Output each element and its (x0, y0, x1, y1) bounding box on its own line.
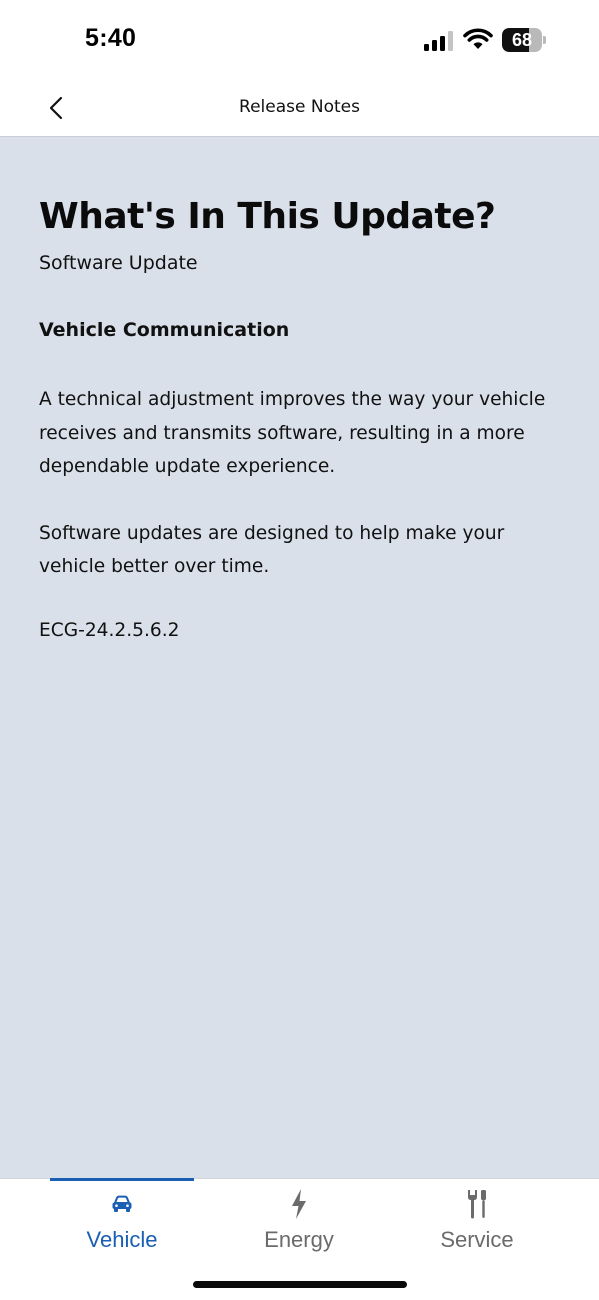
status-bar: 5:40 68 (0, 0, 599, 80)
tab-energy[interactable]: Energy (210, 1179, 388, 1263)
nav-header: Release Notes (0, 80, 599, 137)
car-icon (33, 1189, 211, 1219)
home-indicator (193, 1281, 407, 1288)
wifi-icon (463, 28, 493, 49)
signal-icon (424, 31, 453, 51)
battery-cap (543, 36, 546, 44)
battery-body: 68 (502, 28, 542, 52)
active-tab-indicator (50, 1178, 194, 1181)
version-number: ECG-24.2.5.6.2 (39, 619, 180, 641)
paragraph: Software updates are designed to help ma… (39, 522, 505, 578)
paragraph: A technical adjustment improves the way … (39, 389, 546, 477)
tab-label: Service (440, 1227, 514, 1252)
battery-icon: 68 (502, 28, 546, 52)
tab-label: Energy (264, 1227, 334, 1252)
wrench-screwdriver-icon (388, 1189, 566, 1219)
subtitle: Software Update (39, 252, 198, 274)
page-header-title: Release Notes (239, 97, 360, 117)
status-time: 5:40 (85, 24, 137, 52)
page-title: What's In This Update? (39, 196, 496, 237)
tab-service[interactable]: Service (388, 1179, 566, 1263)
release-notes-content: What's In This Update? Software Update V… (0, 137, 599, 1178)
section-heading: Vehicle Communication (39, 319, 290, 341)
tab-label: Vehicle (86, 1227, 158, 1252)
lightning-bolt-icon (210, 1189, 388, 1219)
tab-vehicle[interactable]: Vehicle (33, 1178, 211, 1263)
battery-level: 68 (511, 30, 533, 50)
